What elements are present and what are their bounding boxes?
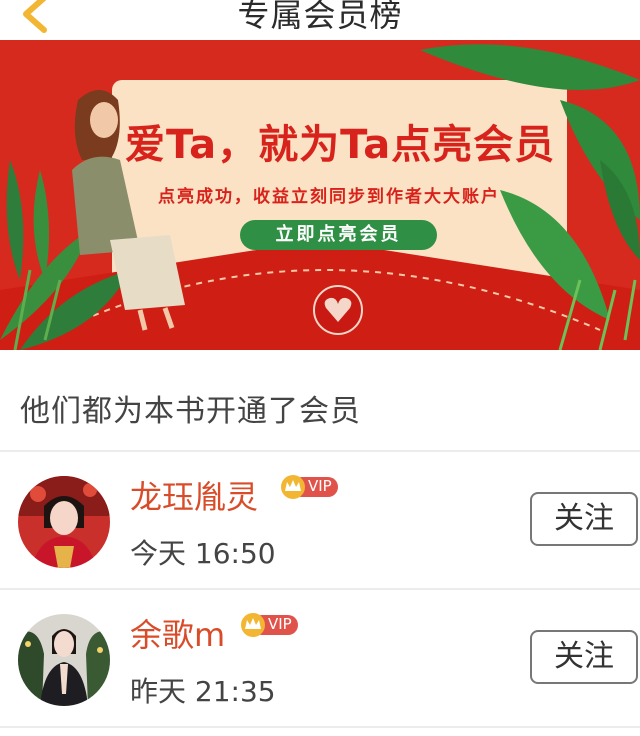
vip-badge: VIP [280, 474, 340, 500]
vip-label: VIP [308, 477, 332, 495]
member-row: 龙珏胤灵 VIP 今天 16:50 关注 [0, 452, 640, 588]
follow-button[interactable]: 关注 [530, 630, 638, 684]
member-time: 今天 16:50 [130, 537, 276, 570]
avatar[interactable] [18, 614, 110, 706]
vip-badge: VIP [240, 612, 300, 638]
page-title: 专属会员榜 [237, 0, 403, 34]
member-row: 余歌m VIP 昨天 21:35 关注 [0, 590, 640, 726]
header-bar: 专属会员榜 [0, 0, 640, 40]
divider [0, 726, 640, 728]
member-name[interactable]: 龙珏胤灵 [130, 472, 258, 518]
banner-subtitle: 点亮成功，收益立刻同步到作者大大账户 [158, 187, 500, 207]
light-up-membership-button[interactable]: 立即点亮会员 [240, 220, 437, 250]
member-name[interactable]: 余歌m [130, 610, 225, 656]
vip-label: VIP [268, 615, 292, 633]
member-time: 昨天 21:35 [130, 675, 276, 708]
avatar[interactable] [18, 476, 110, 568]
promo-banner[interactable]: 爱Ta，就为Ta点亮会员 点亮成功，收益立刻同步到作者大大账户 立即点亮会员 [0, 40, 640, 350]
follow-button[interactable]: 关注 [530, 492, 638, 546]
banner-title: 爱Ta，就为Ta点亮会员 [125, 122, 556, 168]
section-title: 他们都为本书开通了会员 [20, 394, 361, 429]
